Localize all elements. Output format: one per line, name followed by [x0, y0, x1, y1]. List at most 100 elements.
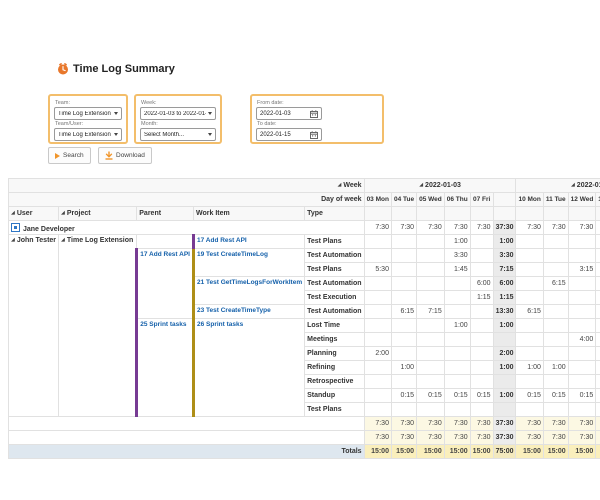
value-cell: 7:30 [595, 416, 600, 431]
week-field-header[interactable]: ◢ Week [8, 178, 365, 193]
search-button[interactable]: Search [48, 147, 91, 164]
day-header: 12 Wed [567, 192, 597, 207]
user-john-tester[interactable]: ◢ John Tester [7, 234, 60, 417]
week-total-cell [492, 332, 517, 347]
from-date-input[interactable]: 2022-01-03 [256, 107, 322, 120]
collapse-triangle-icon[interactable]: ◢ [11, 210, 15, 216]
value-cell: 7:30 [515, 220, 544, 235]
week-group-2022-01-10[interactable]: ◢2022-01-10 [515, 178, 600, 193]
value-cell [390, 346, 418, 361]
value-cell: 6:00 [469, 276, 494, 291]
value-cell: 7:30 [443, 416, 471, 431]
value-cell: 7:30 [567, 220, 597, 235]
week-total-cell: 1:15 [492, 290, 517, 305]
value-cell: 1:00 [390, 360, 418, 375]
value-cell [595, 248, 600, 263]
collapse-triangle-icon[interactable]: ◢ [61, 210, 65, 216]
chevron-down-icon [114, 133, 118, 136]
work-item-26-link[interactable]: 26 Sprint tasks [191, 318, 306, 417]
week-total-cell: 37:30 [492, 416, 517, 431]
week-total-cell [492, 374, 517, 389]
value-cell [595, 318, 600, 333]
value-cell [363, 234, 392, 249]
value-cell: 15:00 [363, 444, 392, 459]
value-cell [515, 262, 544, 277]
value-cell: 7:30 [390, 430, 418, 445]
work-item-23-link[interactable]: 23 Test CreateTimeType [191, 304, 306, 319]
month-label: Month: [141, 121, 158, 127]
expand-icon[interactable] [11, 222, 20, 232]
collapse-triangle-icon[interactable]: ◢ [61, 237, 65, 243]
week-group-2022-01-03[interactable]: ◢ 2022-01-03 [363, 178, 517, 193]
team-select-value: Time Log Extension Team [58, 110, 112, 117]
value-cell [443, 276, 471, 291]
value-cell [363, 374, 392, 389]
value-cell [469, 262, 494, 277]
clock-icon [58, 63, 68, 75]
value-cell: 7:30 [363, 430, 392, 445]
parent-17-link[interactable]: 17 Add Rest API [135, 248, 194, 319]
value-cell: 7:30 [469, 220, 494, 235]
value-cell [542, 402, 569, 417]
value-cell: 0:15 [567, 388, 597, 403]
type-cell: Test Plans [304, 402, 365, 417]
type-cell: Meetings [304, 332, 365, 347]
parent-25-link[interactable]: 25 Sprint tasks [135, 318, 194, 417]
collapse-triangle-icon[interactable]: ◢ [571, 182, 575, 188]
work-item-21-link[interactable]: 21 Test GetTimeLogsForWorkItem [191, 276, 306, 305]
team-user-select[interactable]: Time Log Extension Team [54, 128, 122, 141]
value-cell [542, 248, 569, 263]
value-cell [416, 276, 445, 291]
value-cell: 4:00 [567, 332, 597, 347]
collapse-triangle-icon[interactable]: ◢ [11, 237, 15, 243]
value-cell [595, 290, 600, 305]
value-cell: 0:15 [469, 388, 494, 403]
day-header: 05 Wed [416, 192, 445, 207]
value-cell: 7:30 [363, 220, 392, 235]
value-cell: 0:15 [443, 388, 471, 403]
project-time-log-extension[interactable]: ◢ Time Log Extension [58, 234, 138, 417]
day-header: 06 Thu [443, 192, 471, 207]
play-icon [55, 152, 60, 159]
value-cell: 7:30 [515, 430, 544, 445]
collapse-triangle-icon[interactable]: ◢ [338, 182, 342, 188]
value-cell [469, 374, 494, 389]
table-row-jane-developer: Jane Developer 7:30 7:30 7:30 7:30 7:30 37:30… [8, 220, 600, 235]
day-header: 03 Mon [363, 192, 392, 207]
value-cell [567, 346, 597, 361]
value-cell [443, 346, 471, 361]
month-select[interactable]: Select Month... [140, 128, 216, 141]
week-total-cell: 3:30 [492, 248, 517, 263]
work-item-17-link[interactable]: 17 Add Rest API [191, 234, 306, 249]
value-cell [363, 276, 392, 291]
value-cell: 1:00 [515, 360, 544, 375]
from-date-label: From date: [257, 100, 284, 106]
type-cell: Planning [304, 346, 365, 361]
user-column-header[interactable]: ◢ User [7, 206, 60, 221]
calendar-icon[interactable] [310, 130, 318, 139]
value-cell: 6:15 [542, 276, 569, 291]
value-cell [390, 374, 418, 389]
value-cell [567, 234, 597, 249]
value-cell [595, 234, 600, 249]
value-cell [542, 318, 569, 333]
value-cell [469, 248, 494, 263]
value-cell [567, 248, 597, 263]
value-cell [390, 318, 418, 333]
value-cell: 1:45 [443, 262, 471, 277]
type-cell: Retrospective [304, 374, 365, 389]
work-item-19-link[interactable]: 19 Test CreateTimeLog [191, 248, 306, 277]
week-select[interactable]: 2022-01-03 to 2022-01-09 [140, 107, 216, 120]
team-user-select-value: Time Log Extension Team [58, 131, 112, 138]
project-column-header[interactable]: ◢ Project [58, 206, 138, 221]
value-cell: 0:15 [515, 388, 544, 403]
time-log-summary-page: Time Log Summary Team: Time Log Extensio… [0, 0, 600, 500]
to-date-input[interactable]: 2022-01-15 [256, 128, 322, 141]
calendar-icon[interactable] [310, 109, 318, 118]
value-cell [363, 332, 392, 347]
download-button[interactable]: Download [98, 147, 152, 164]
team-select[interactable]: Time Log Extension Team [54, 107, 122, 120]
user-jane-developer[interactable]: Jane Developer [8, 220, 365, 235]
week-total-cell: 7:15 [492, 262, 517, 277]
collapse-triangle-icon[interactable]: ◢ [419, 182, 423, 188]
